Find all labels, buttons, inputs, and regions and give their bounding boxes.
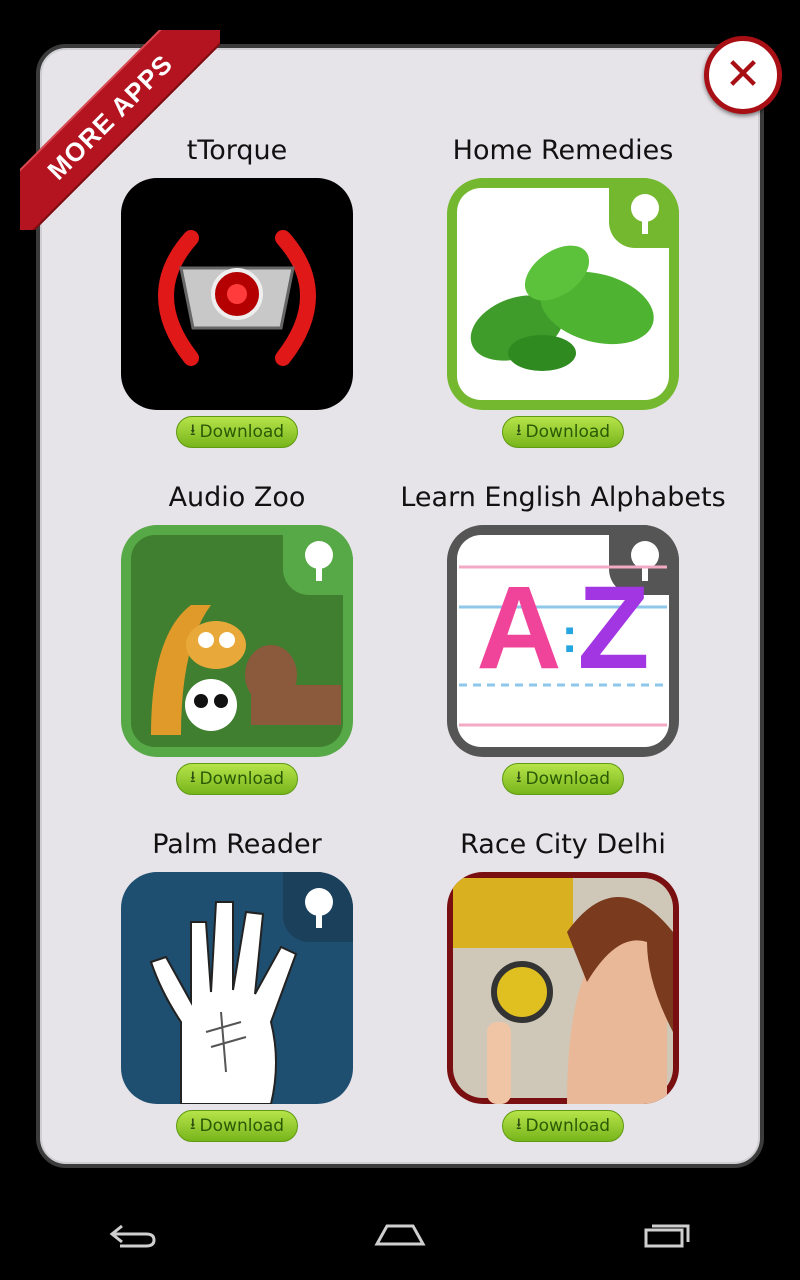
system-navigation-bar: [0, 1190, 800, 1280]
download-icon: ⭳: [515, 1113, 522, 1133]
audio-zoo-app-icon[interactable]: [121, 525, 353, 757]
home-remedies-app-icon[interactable]: [447, 178, 679, 410]
download-button[interactable]: ⭳ Download: [502, 416, 624, 448]
race-city-delhi-app-icon[interactable]: [447, 872, 679, 1104]
palm-hand-icon: [149, 901, 298, 1104]
download-label: Download: [199, 769, 285, 789]
palm-reader-app-icon[interactable]: [121, 872, 353, 1104]
alphabet-graphic: A:Z: [447, 563, 679, 702]
download-label: Download: [525, 769, 611, 789]
letter-z: Z: [577, 562, 650, 694]
app-tile-ttorque: tTorque ⭳ Download: [72, 134, 402, 448]
download-button[interactable]: ⭳ Download: [176, 1110, 298, 1142]
race-character-image: [453, 878, 673, 1104]
app-title: Audio Zoo: [168, 482, 306, 513]
download-label: Download: [525, 1116, 611, 1136]
letter-a: A: [476, 562, 562, 694]
download-icon: ⭳: [189, 419, 196, 439]
app-tile-home-remedies: Home Remedies ⭳ Download: [398, 134, 728, 448]
download-button[interactable]: ⭳ Download: [502, 763, 624, 795]
zoo-animals-image: [151, 605, 341, 735]
steering-wheel-icon: [158, 230, 316, 366]
back-arrow-icon: [109, 1224, 156, 1248]
download-button[interactable]: ⭳ Download: [176, 416, 298, 448]
download-icon: ⭳: [515, 419, 522, 439]
download-button[interactable]: ⭳ Download: [502, 1110, 624, 1142]
download-label: Download: [199, 422, 285, 442]
recent-apps-button[interactable]: [607, 1200, 727, 1270]
download-label: Download: [199, 1116, 285, 1136]
app-title: Home Remedies: [452, 135, 674, 166]
home-button[interactable]: [340, 1200, 460, 1270]
letter-separator: :: [561, 609, 578, 663]
download-label: Download: [525, 422, 611, 442]
app-title: tTorque: [186, 135, 288, 166]
app-title: Learn English Alphabets: [400, 482, 726, 513]
back-button[interactable]: [73, 1200, 193, 1270]
learn-english-alphabets-app-icon[interactable]: A:Z: [447, 525, 679, 757]
app-tile-audio-zoo: Audio Zoo ⭳ Download: [72, 481, 402, 795]
ttorque-app-icon[interactable]: [121, 178, 353, 410]
recent-apps-icon: [644, 1224, 690, 1248]
app-tile-learn-english-alphabets: Learn English Alphabets A:Z ⭳ Download: [398, 481, 728, 795]
app-tile-race-city-delhi: Race City Delhi ⭳ Download: [398, 828, 728, 1142]
close-button[interactable]: ✕: [704, 36, 782, 114]
home-icon: [374, 1224, 426, 1246]
download-icon: ⭳: [515, 766, 522, 786]
close-icon: ✕: [724, 49, 762, 100]
app-title: Race City Delhi: [460, 829, 666, 860]
basil-leaves-image: [470, 245, 654, 371]
download-button[interactable]: ⭳ Download: [176, 763, 298, 795]
app-title: Palm Reader: [152, 829, 322, 860]
app-tile-palm-reader: Palm Reader ⭳ Download: [72, 828, 402, 1142]
download-icon: ⭳: [189, 766, 196, 786]
download-icon: ⭳: [189, 1113, 196, 1133]
